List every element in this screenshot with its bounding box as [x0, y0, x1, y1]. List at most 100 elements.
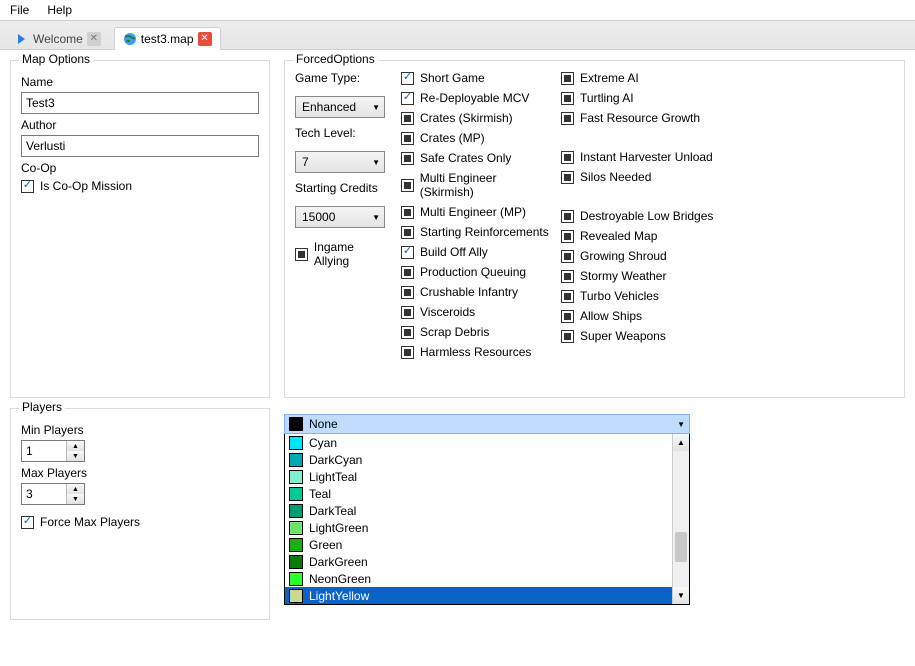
spinner-arrows[interactable]: ▲▼ — [66, 441, 84, 461]
option-label: Crates (MP) — [420, 131, 485, 145]
option-checkbox[interactable]: Safe Crates Only — [401, 151, 551, 165]
option-label: Stormy Weather — [580, 269, 666, 283]
option-checkbox[interactable]: Short Game — [401, 71, 551, 85]
force-max-label: Force Max Players — [40, 515, 140, 529]
tristate-icon — [561, 310, 574, 323]
option-checkbox[interactable]: Growing Shroud — [561, 249, 721, 263]
option-checkbox[interactable]: Multi Engineer (MP) — [401, 205, 551, 219]
option-checkbox[interactable]: Stormy Weather — [561, 269, 721, 283]
color-option[interactable]: Cyan — [285, 434, 672, 451]
tab-strip: Welcome ✕ test3.map ✕ — [0, 20, 915, 50]
left-column: Map Options Name Author Co-Op Is Co-Op M… — [10, 60, 270, 620]
option-checkbox[interactable]: Production Queuing — [401, 265, 551, 279]
option-checkbox[interactable]: Build Off Ally — [401, 245, 551, 259]
option-checkbox[interactable]: Scrap Debris — [401, 325, 551, 339]
spinner-arrows[interactable]: ▲▼ — [66, 484, 84, 504]
coop-label: Co-Op — [21, 161, 259, 175]
option-label: Destroyable Low Bridges — [580, 209, 713, 223]
chevron-down-icon: ▼ — [677, 420, 685, 429]
scroll-down-icon[interactable]: ▼ — [673, 587, 689, 604]
tristate-icon — [561, 151, 574, 164]
tech-level-combo[interactable]: 7 ▼ — [295, 151, 385, 173]
color-option[interactable]: DarkGreen — [285, 553, 672, 570]
game-type-combo[interactable]: Enhanced ▼ — [295, 96, 385, 118]
color-option[interactable]: Green — [285, 536, 672, 553]
option-checkbox[interactable]: Revealed Map — [561, 229, 721, 243]
max-players-input[interactable] — [22, 484, 66, 504]
arrow-right-icon — [15, 32, 29, 46]
max-players-label: Max Players — [21, 466, 259, 480]
checkbox-icon — [21, 516, 34, 529]
option-checkbox[interactable]: Super Weapons — [561, 329, 721, 343]
ingame-allying-checkbox[interactable]: Ingame Allying — [295, 240, 391, 268]
tristate-icon — [561, 171, 574, 184]
color-option[interactable]: DarkTeal — [285, 502, 672, 519]
option-checkbox[interactable]: Visceroids — [401, 305, 551, 319]
game-type-label: Game Type: — [295, 71, 391, 85]
color-option[interactable]: DarkCyan — [285, 451, 672, 468]
tech-level-value: 7 — [302, 155, 309, 169]
tristate-icon — [401, 326, 414, 339]
option-checkbox[interactable]: Crushable Infantry — [401, 285, 551, 299]
forced-col-1: Short Game Re-Deployable MCV Crates (Skirm… — [401, 71, 551, 359]
scroll-up-icon[interactable]: ▲ — [673, 434, 689, 451]
tristate-icon — [561, 112, 574, 125]
color-option[interactable]: LightYellow — [285, 587, 672, 604]
option-checkbox[interactable]: Destroyable Low Bridges — [561, 209, 721, 223]
option-checkbox[interactable]: Crates (Skirmish) — [401, 111, 551, 125]
min-players-spinner[interactable]: ▲▼ — [21, 440, 85, 462]
color-dropdown-selected-label: None — [309, 417, 338, 431]
option-checkbox[interactable]: Turtling AI — [561, 91, 721, 105]
globe-icon — [123, 32, 137, 46]
color-option-label: NeonGreen — [309, 572, 371, 586]
option-label: Build Off Ally — [420, 245, 488, 259]
menu-help[interactable]: Help — [47, 3, 72, 17]
chevron-up-icon[interactable]: ▲ — [67, 484, 84, 494]
color-option[interactable]: NeonGreen — [285, 570, 672, 587]
tab-welcome[interactable]: Welcome ✕ — [6, 27, 110, 50]
tristate-icon — [401, 152, 414, 165]
option-checkbox[interactable]: Re-Deployable MCV — [401, 91, 551, 105]
option-label: Scrap Debris — [420, 325, 489, 339]
option-checkbox[interactable]: Silos Needed — [561, 170, 721, 184]
close-icon[interactable]: ✕ — [87, 32, 101, 46]
close-icon[interactable]: ✕ — [198, 32, 212, 46]
is-coop-checkbox[interactable]: Is Co-Op Mission — [21, 179, 259, 193]
color-swatch — [289, 470, 303, 484]
chevron-up-icon[interactable]: ▲ — [67, 441, 84, 451]
starting-credits-combo[interactable]: 15000 ▼ — [295, 206, 385, 228]
chevron-down-icon[interactable]: ▼ — [67, 494, 84, 504]
color-dropdown[interactable]: None ▼ CyanDarkCyanLightTealTealDarkTeal… — [284, 414, 690, 605]
min-players-input[interactable] — [22, 441, 66, 461]
forced-options-legend: ForcedOptions — [293, 52, 378, 66]
min-players-label: Min Players — [21, 423, 259, 437]
tristate-icon — [561, 92, 574, 105]
option-checkbox[interactable]: Turbo Vehicles — [561, 289, 721, 303]
color-option[interactable]: LightGreen — [285, 519, 672, 536]
color-swatch — [289, 572, 303, 586]
option-checkbox[interactable]: Instant Harvester Unload — [561, 150, 721, 164]
menubar: File Help — [0, 0, 915, 20]
force-max-checkbox[interactable]: Force Max Players — [21, 515, 259, 529]
author-input[interactable] — [21, 135, 259, 157]
chevron-down-icon[interactable]: ▼ — [67, 451, 84, 461]
option-checkbox[interactable]: Harmless Resources — [401, 345, 551, 359]
tristate-icon — [295, 248, 308, 261]
option-checkbox[interactable]: Extreme AI — [561, 71, 721, 85]
option-checkbox[interactable]: Crates (MP) — [401, 131, 551, 145]
menu-file[interactable]: File — [10, 3, 29, 17]
scrollbar[interactable]: ▲ ▼ — [672, 434, 689, 604]
author-label: Author — [21, 118, 259, 132]
tab-map[interactable]: test3.map ✕ — [114, 27, 221, 50]
option-checkbox[interactable]: Multi Engineer (Skirmish) — [401, 171, 551, 199]
color-option[interactable]: LightTeal — [285, 468, 672, 485]
option-checkbox[interactable]: Starting Reinforcements — [401, 225, 551, 239]
option-checkbox[interactable]: Allow Ships — [561, 309, 721, 323]
scroll-thumb[interactable] — [675, 532, 687, 562]
name-input[interactable] — [21, 92, 259, 114]
starting-credits-value: 15000 — [302, 210, 335, 224]
color-option[interactable]: Teal — [285, 485, 672, 502]
color-dropdown-selected[interactable]: None ▼ — [284, 414, 690, 434]
option-checkbox[interactable]: Fast Resource Growth — [561, 111, 721, 125]
max-players-spinner[interactable]: ▲▼ — [21, 483, 85, 505]
